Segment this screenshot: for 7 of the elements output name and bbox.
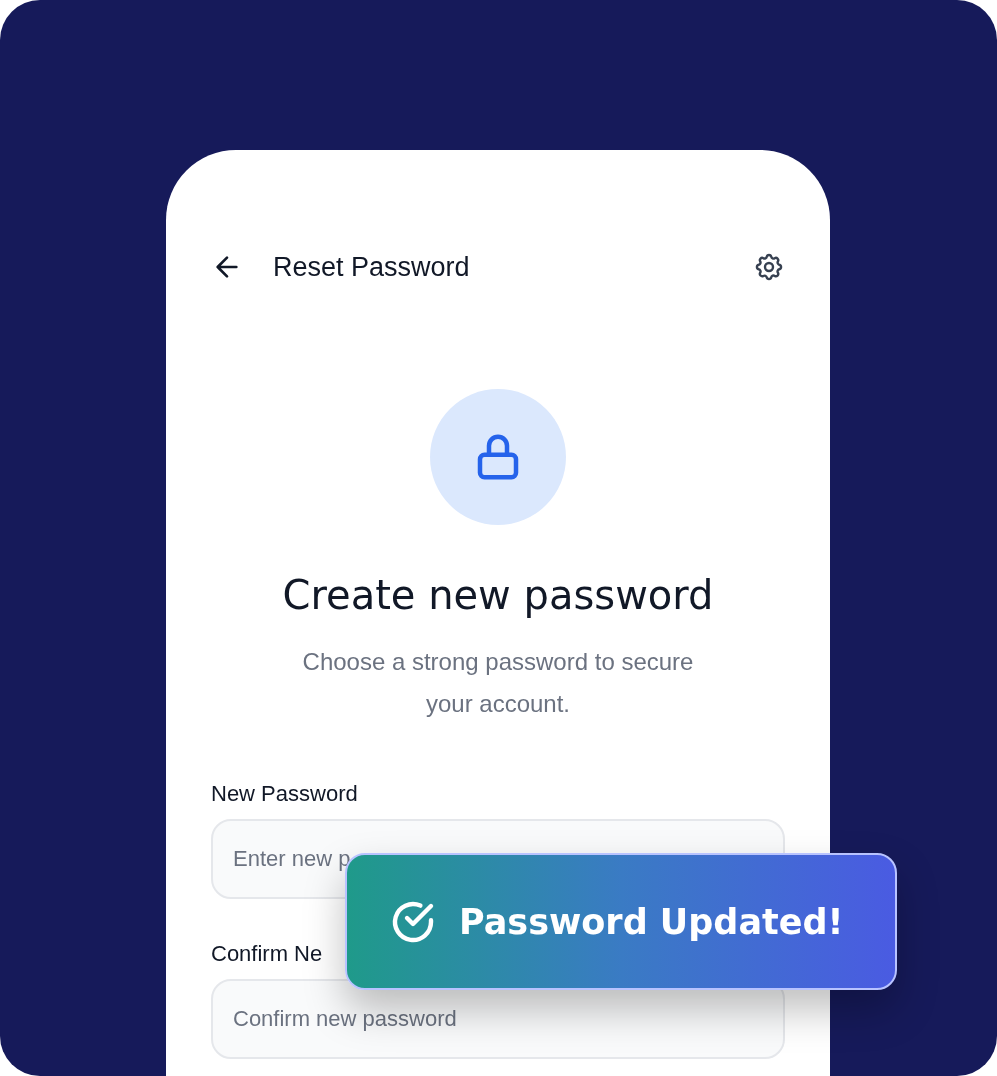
settings-button[interactable]	[753, 251, 785, 283]
field-label: Confirm Ne	[211, 941, 323, 967]
toast-message: Password Updated!	[459, 901, 844, 942]
subtitle: Choose a strong password to secure your account.	[301, 647, 695, 719]
heading: Create new password	[281, 571, 715, 619]
screen-title: Reset Password	[273, 251, 470, 283]
field-label: New Password	[211, 781, 358, 807]
